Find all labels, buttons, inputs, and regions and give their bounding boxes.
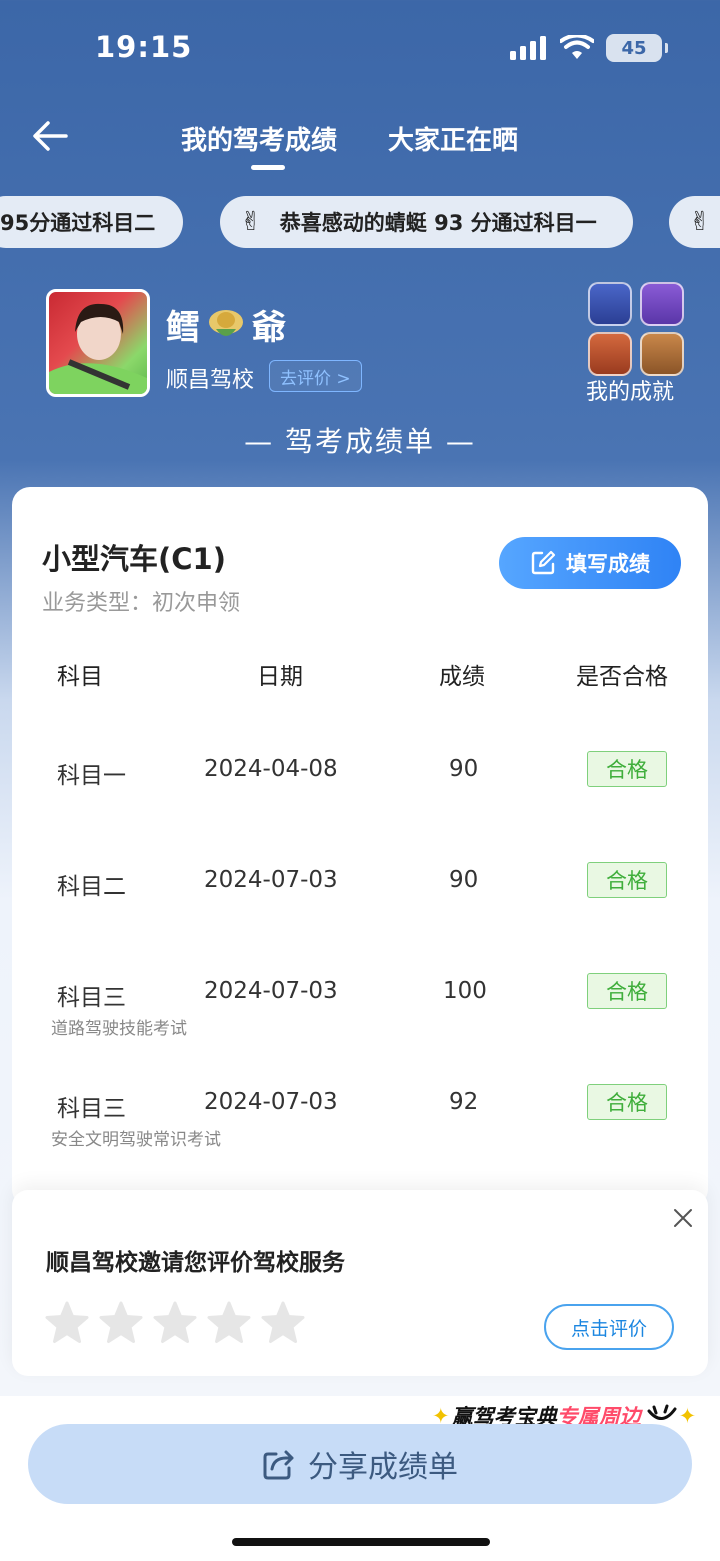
home-indicator	[232, 1538, 490, 1546]
row-score: 100	[443, 978, 487, 1004]
badge-icon	[640, 332, 684, 376]
tab-my-scores[interactable]: 我的驾考成绩	[181, 120, 337, 157]
row-score: 90	[449, 756, 479, 782]
row-note: 道路驾驶技能考试	[51, 1019, 187, 1039]
victory-hand-icon: ✌	[689, 207, 711, 237]
section-title: — 驾考成绩单 —	[244, 425, 476, 458]
row-date: 2024-07-03	[204, 978, 338, 1004]
badge-icon	[588, 282, 632, 326]
header-subject: 科目	[57, 664, 103, 690]
fill-score-button[interactable]: 填写成绩	[499, 537, 681, 589]
row-subject: 科目二	[57, 874, 126, 900]
tab-active-indicator	[251, 165, 285, 170]
star-icon[interactable]	[206, 1300, 252, 1346]
rate-now-button[interactable]: 点击评价	[544, 1304, 674, 1350]
star-icon[interactable]	[44, 1300, 90, 1346]
ticker-item[interactable]: 95分通过科目二	[0, 196, 183, 248]
pass-badge: 合格	[587, 862, 667, 898]
ticker-text: 95分通过科目二	[0, 211, 156, 235]
header-passed: 是否合格	[576, 664, 668, 690]
username-part1: 鳕	[166, 308, 200, 348]
row-note: 安全文明驾驶常识考试	[51, 1130, 221, 1150]
row-score: 90	[449, 867, 479, 893]
battery-level: 45	[621, 37, 647, 59]
achievement-badges[interactable]	[588, 282, 684, 376]
star-icon[interactable]	[152, 1300, 198, 1346]
username: 鳕 爺	[166, 300, 286, 349]
ticker-text: 恭喜感动的蜻蜓 93 分通过科目一	[279, 211, 597, 235]
popup-title: 顺昌驾校邀请您评价驾校服务	[46, 1250, 345, 1276]
pass-badge: 合格	[587, 973, 667, 1009]
signal-icon	[510, 36, 546, 60]
star-rating[interactable]	[44, 1300, 306, 1346]
header-score: 成绩	[439, 664, 485, 690]
row-date: 2024-07-03	[204, 1089, 338, 1115]
pass-badge: 合格	[587, 1084, 667, 1120]
badge-icon	[640, 282, 684, 326]
username-part2: 爺	[252, 308, 286, 348]
star-icon[interactable]	[260, 1300, 306, 1346]
edit-icon	[531, 550, 556, 575]
ticker-item[interactable]: ✌ 恭喜感动的蜻蜓 93 分通过科目一	[220, 196, 633, 248]
row-score: 92	[449, 1089, 479, 1115]
rate-school-link[interactable]: 去评价 >	[269, 360, 362, 392]
avatar[interactable]	[46, 289, 150, 397]
star-icon[interactable]	[98, 1300, 144, 1346]
pass-badge: 合格	[587, 751, 667, 787]
flower-emoji-icon	[209, 309, 243, 336]
row-subject: 科目一	[57, 763, 126, 789]
battery-indicator: 45	[606, 34, 668, 62]
business-type: 业务类型：初次申领	[42, 591, 241, 616]
close-icon[interactable]	[672, 1207, 694, 1229]
status-time: 19:15	[95, 30, 193, 64]
achievements-label[interactable]: 我的成就	[586, 374, 674, 406]
vehicle-type: 小型汽车(C1)	[42, 542, 226, 576]
tab-everyone-sharing[interactable]: 大家正在晒	[388, 120, 518, 157]
driving-school-name: 顺昌驾校	[166, 368, 255, 393]
fill-score-label: 填写成绩	[566, 552, 650, 576]
row-subject: 科目三	[57, 1096, 126, 1122]
badge-icon	[588, 332, 632, 376]
avatar-photo	[49, 303, 147, 394]
back-arrow-icon[interactable]	[30, 118, 70, 154]
row-date: 2024-07-03	[204, 867, 338, 893]
header-date: 日期	[257, 664, 303, 690]
victory-hand-icon: ✌	[240, 207, 262, 237]
sparkle-icon: ✦	[678, 1404, 697, 1428]
share-report-button[interactable]: 分享成绩单	[28, 1424, 692, 1504]
row-date: 2024-04-08	[204, 756, 338, 782]
status-icons: 45	[510, 34, 668, 62]
ticker-item[interactable]: ✌	[669, 196, 720, 248]
row-subject: 科目三	[57, 985, 126, 1011]
share-icon	[263, 1450, 294, 1480]
share-label: 分享成绩单	[308, 1450, 458, 1485]
wifi-icon	[560, 35, 594, 59]
